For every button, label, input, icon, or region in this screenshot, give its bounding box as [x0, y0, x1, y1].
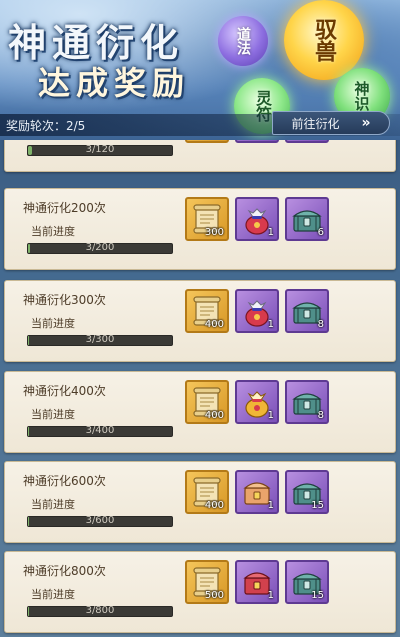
reward-quantity: 8: [317, 410, 324, 421]
goto-evolve-button[interactable]: 前往衍化 »: [272, 111, 390, 135]
reward-card: 神通衍化400次 当前进度 3/400 400 1 8: [4, 371, 396, 453]
reward-card-title: 神通衍化800次: [23, 564, 106, 578]
progress-bar: 3/800: [27, 605, 173, 617]
reward-items: 300 1 6: [185, 197, 329, 241]
progress-label: 当前进度: [31, 317, 75, 330]
progress-text: 3/800: [85, 605, 115, 616]
reward-card-title: 神通衍化200次: [23, 201, 106, 215]
reward-item[interactable]: 15: [285, 470, 329, 514]
reward-quantity: 1: [267, 227, 274, 238]
reward-quantity: 1: [267, 410, 274, 421]
reward-quantity: 6: [317, 227, 324, 238]
progress-bar: 3/120: [27, 144, 173, 156]
reward-item[interactable]: 400: [185, 289, 229, 333]
reward-card-title: 神通衍化400次: [23, 384, 106, 398]
progress-label: 当前进度: [31, 408, 75, 421]
reward-item[interactable]: 1: [235, 470, 279, 514]
reward-quantity: 500: [204, 590, 224, 601]
reward-quantity: 15: [311, 500, 324, 511]
progress-bar: 3/300: [27, 334, 173, 346]
progress-bar: 3/400: [27, 425, 173, 437]
reward-items: 500 1 15: [185, 560, 329, 604]
reward-item[interactable]: 400: [185, 380, 229, 424]
daofa-orb: 道法: [218, 16, 268, 66]
reward-card: 3/120 200 1 4: [4, 140, 396, 172]
reward-item[interactable]: 1: [235, 197, 279, 241]
reward-item[interactable]: 1: [235, 560, 279, 604]
reward-quantity: 300: [204, 227, 224, 238]
reward-item[interactable]: 1: [235, 289, 279, 333]
reward-item[interactable]: 8: [285, 380, 329, 424]
reward-quantity: 8: [317, 319, 324, 330]
reward-items: 400 1 8: [185, 380, 329, 424]
reward-item[interactable]: 1: [235, 140, 279, 143]
reward-list[interactable]: 3/120 200 1 4 神通衍化200次 当前进度 3/200 300 1 6 神通…: [0, 140, 400, 637]
reward-round-label: 奖励轮次：2/5: [6, 119, 86, 133]
reward-items: 400 1 8: [185, 289, 329, 333]
reward-card-title: 神通衍化600次: [23, 474, 106, 488]
reward-quantity: 15: [311, 590, 324, 601]
reward-item[interactable]: 8: [285, 289, 329, 333]
shouyu-orb: 驭兽: [284, 0, 364, 80]
reward-quantity: 1: [267, 500, 274, 511]
progress-bar: 3/600: [27, 515, 173, 527]
reward-quantity: 400: [204, 319, 224, 330]
banner-title-line2: 达成奖励: [38, 64, 191, 102]
goto-evolve-label: 前往衍化: [291, 116, 340, 131]
reward-quantity: 1: [267, 590, 274, 601]
reward-item[interactable]: 4: [285, 140, 329, 143]
reward-item[interactable]: 300: [185, 197, 229, 241]
reward-quantity: 400: [204, 410, 224, 421]
progress-label: 当前进度: [31, 225, 75, 238]
reward-item[interactable]: 200: [185, 140, 229, 143]
progress-label: 当前进度: [31, 588, 75, 601]
reward-item[interactable]: 500: [185, 560, 229, 604]
reward-card: 神通衍化200次 当前进度 3/200 300 1 6: [4, 188, 396, 270]
reward-quantity: 400: [204, 500, 224, 511]
reward-items: 400 1 15: [185, 470, 329, 514]
reward-quantity: 1: [267, 319, 274, 330]
progress-text: 3/600: [85, 515, 115, 526]
reward-item[interactable]: 400: [185, 470, 229, 514]
double-chevron-right-icon: »: [361, 115, 371, 131]
reward-item[interactable]: 1: [235, 380, 279, 424]
progress-text: 3/300: [85, 334, 115, 345]
reward-card: 神通衍化800次 当前进度 3/800 500 1 15: [4, 551, 396, 633]
banner-header: 神通衍化 达成奖励 道法 驭兽 灵符 神识 奖励轮次：2/5 前往衍化 »: [0, 0, 400, 140]
reward-item[interactable]: 6: [285, 197, 329, 241]
progress-text: 3/200: [85, 242, 115, 253]
progress-label: 当前进度: [31, 498, 75, 511]
reward-card: 神通衍化300次 当前进度 3/300 400 1 8: [4, 280, 396, 362]
reward-card-title: 神通衍化300次: [23, 293, 106, 307]
progress-text: 3/400: [85, 425, 115, 436]
progress-text: 3/120: [85, 144, 115, 155]
reward-items: 200 1 4: [185, 140, 329, 143]
reward-item[interactable]: 15: [285, 560, 329, 604]
progress-bar: 3/200: [27, 242, 173, 254]
reward-card: 神通衍化600次 当前进度 3/600 400 1 15: [4, 461, 396, 543]
